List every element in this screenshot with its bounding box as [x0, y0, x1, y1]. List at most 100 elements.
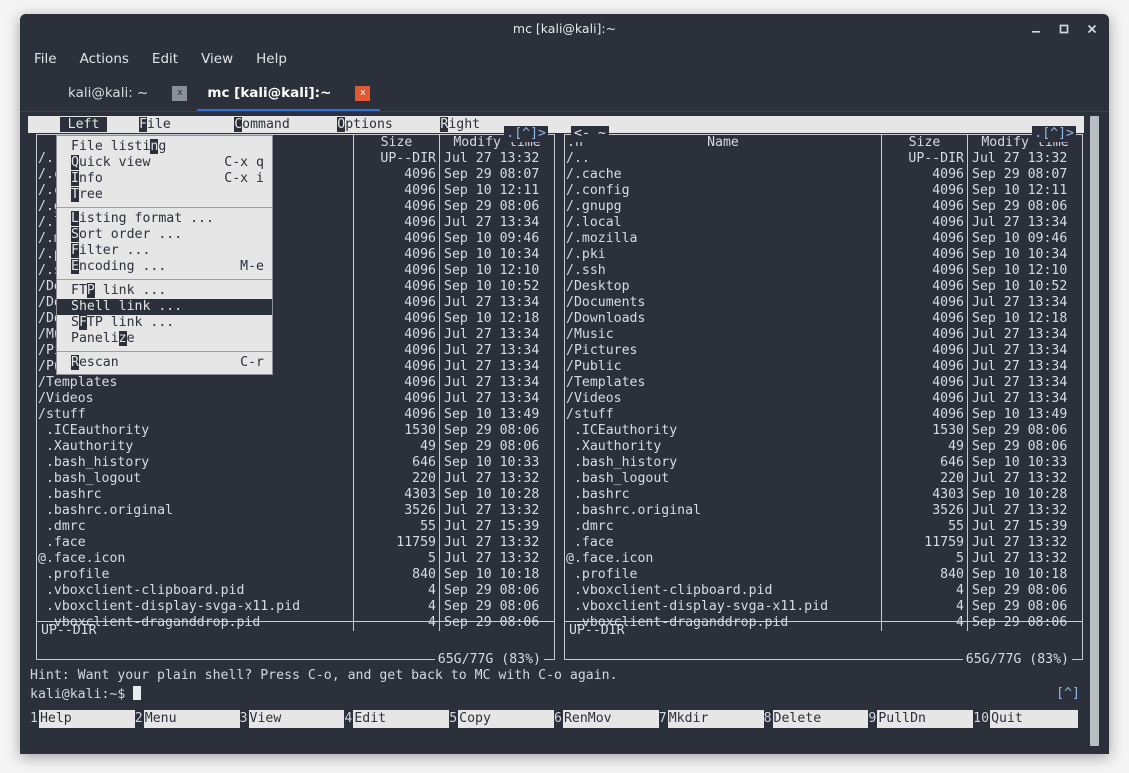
table-row[interactable]: .bashrc 4303 Sep 10 10:28	[565, 487, 1082, 503]
minimize-icon[interactable]	[1029, 22, 1043, 36]
menu-item-label: Info	[71, 171, 103, 186]
table-row[interactable]: /.cache 4096Sep 29 08:07	[565, 167, 1082, 183]
shell-prompt[interactable]: kali@kali:~$	[30, 686, 142, 703]
table-row[interactable]: /Downloads 4096Sep 10 12:18	[565, 311, 1082, 327]
table-row[interactable]: /Pictures 4096Jul 27 13:34	[565, 343, 1082, 359]
maximize-icon[interactable]	[1057, 22, 1071, 36]
table-row[interactable]: .dmrc 55 Jul 27 15:39	[565, 519, 1082, 535]
file-modify-time: Sep 29 08:06	[439, 423, 554, 439]
menu-actions[interactable]: Actions	[80, 51, 129, 67]
table-row[interactable]: .bash_logout 220 Jul 27 13:32	[37, 471, 554, 487]
mc-menu-options[interactable]: Options	[329, 116, 400, 133]
fkey-edit[interactable]: 4 Edit	[344, 710, 450, 728]
table-row[interactable]: .bashrc.original 3526 Jul 27 13:32	[565, 503, 1082, 519]
menu-separator	[57, 275, 272, 280]
menu-item-ftp-link[interactable]: FTP link ...	[57, 283, 272, 299]
fkey-quit[interactable]: 10 Quit	[973, 710, 1078, 728]
menu-file[interactable]: File	[34, 51, 57, 67]
table-row[interactable]: .Xauthority 49 Sep 29 08:06	[565, 439, 1082, 455]
table-row[interactable]: .bash_history 646 Sep 10 10:33	[37, 455, 554, 471]
menu-item-panelize[interactable]: Panelize	[57, 331, 272, 347]
table-row[interactable]: .bashrc 4303 Sep 10 10:28	[37, 487, 554, 503]
menu-item-encoding[interactable]: Encoding ... M-e	[57, 259, 272, 275]
table-row[interactable]: .profile 840 Sep 10 10:18	[37, 567, 554, 583]
file-size: 4096	[353, 295, 439, 311]
table-row[interactable]: .bashrc.original 3526 Jul 27 13:32	[37, 503, 554, 519]
table-row[interactable]: /.config 4096Sep 10 12:11	[565, 183, 1082, 199]
column-header-size[interactable]: Size	[353, 135, 439, 151]
table-row[interactable]: /Templates 4096 Jul 27 13:34	[565, 375, 1082, 391]
menu-item-quick-view[interactable]: Quick view C-x q	[57, 155, 272, 171]
table-row[interactable]: /Videos 4096 Jul 27 13:34	[37, 391, 554, 407]
fkey-delete[interactable]: 8 Delete	[764, 710, 869, 728]
table-row[interactable]: /.mozilla 4096Sep 10 09:46	[565, 231, 1082, 247]
close-icon[interactable]	[1085, 22, 1099, 36]
table-row[interactable]: /stuff 4096 Sep 10 13:49	[37, 407, 554, 423]
table-row[interactable]: .vboxclient-display-svga-x11.pid 4 Sep 29 …	[37, 599, 554, 615]
fkey-mkdir[interactable]: 7 Mkdir	[659, 710, 764, 728]
table-row[interactable]: @.face.icon 5 Jul 27 13:32	[37, 551, 554, 567]
table-row[interactable]: /.gnupg 4096Sep 29 08:06	[565, 199, 1082, 215]
tab-kali-shell[interactable]: kali@kali: ~ x	[58, 74, 197, 112]
file-modify-time: Jul 27 13:34	[439, 327, 554, 343]
menu-item-shell-link[interactable]: Shell link ...	[57, 299, 272, 315]
menu-item-rescan[interactable]: Rescan C-r	[57, 355, 272, 371]
table-row[interactable]: .vboxclient-clipboard.pid 4 Sep 29 08:06	[37, 583, 554, 599]
fkey-copy[interactable]: 5 Copy	[449, 710, 554, 728]
menu-item-filter[interactable]: Filter ...	[57, 243, 272, 259]
right-panel[interactable]: <- ~ .[^]> .n Name Size Modify time /.. U…	[564, 126, 1083, 668]
menu-item-listing-format[interactable]: Listing format ...	[57, 211, 272, 227]
table-row[interactable]: /stuff 4096 Sep 10 13:49	[565, 407, 1082, 423]
menu-view[interactable]: View	[201, 51, 233, 67]
table-row[interactable]: .profile 840 Sep 10 10:18	[565, 567, 1082, 583]
table-row[interactable]: /Templates 4096 Jul 27 13:34	[37, 375, 554, 391]
table-row[interactable]: .vboxclient-clipboard.pid 4 Sep 29 08:06	[565, 583, 1082, 599]
fkey-pulldn[interactable]: 9 PullDn	[868, 710, 974, 728]
table-row[interactable]: @.face.icon 5 Jul 27 13:32	[565, 551, 1082, 567]
menu-help[interactable]: Help	[256, 51, 287, 67]
column-header-name[interactable]: .n Name	[565, 135, 881, 151]
terminal-scrollbar[interactable]	[1088, 112, 1101, 752]
menu-item-sftp-link[interactable]: SFTP link ...	[57, 315, 272, 331]
menu-item-sort-order[interactable]: Sort order ...	[57, 227, 272, 243]
column-header-size[interactable]: Size	[881, 135, 967, 151]
table-row[interactable]: /.. UP--DIR Jul 27 13:32	[565, 151, 1082, 167]
table-row[interactable]: /Documents 4096Jul 27 13:34	[565, 295, 1082, 311]
fkey-view[interactable]: 3 View	[240, 710, 345, 728]
table-row[interactable]: .dmrc 55 Jul 27 15:39	[37, 519, 554, 535]
menu-item-tree[interactable]: Tree	[57, 187, 272, 203]
menu-item-info[interactable]: Info C-x i	[57, 171, 272, 187]
mc-menu-left[interactable]: Left	[59, 116, 108, 133]
table-row[interactable]: /Desktop 4096Sep 10 10:52	[565, 279, 1082, 295]
file-modify-time: Jul 27 13:34	[967, 327, 1082, 343]
table-row[interactable]: /Public 4096Jul 27 13:34	[565, 359, 1082, 375]
table-row[interactable]: .ICEauthority 1530 Sep 29 08:06	[565, 423, 1082, 439]
file-modify-time: Sep 10 12:10	[439, 263, 554, 279]
mc-menu-command[interactable]: Command	[226, 116, 297, 133]
menu-edit[interactable]: Edit	[152, 51, 178, 67]
table-row[interactable]: .ICEauthority 1530 Sep 29 08:06	[37, 423, 554, 439]
mc-menu-right[interactable]: Right	[432, 116, 488, 133]
table-row[interactable]: /.pki 4096Sep 10 10:34	[565, 247, 1082, 263]
table-row[interactable]: .bash_logout 220 Jul 27 13:32	[565, 471, 1082, 487]
tab-close-icon[interactable]: x	[172, 85, 188, 101]
table-row[interactable]: /Music 4096Jul 27 13:34	[565, 327, 1082, 343]
scrollbar-thumb[interactable]	[1090, 116, 1099, 746]
table-row[interactable]: .face 11759 Jul 27 13:32	[565, 535, 1082, 551]
table-row[interactable]: /.local 4096Jul 27 13:34	[565, 215, 1082, 231]
table-row[interactable]: .vboxclient-display-svga-x11.pid 4 Sep 29 …	[565, 599, 1082, 615]
table-row[interactable]: /Videos 4096 Jul 27 13:34	[565, 391, 1082, 407]
menu-item-file-listing[interactable]: File listing	[57, 139, 272, 155]
mc-menu-file[interactable]: File	[131, 116, 179, 133]
fkey-help[interactable]: 1 Help	[30, 710, 135, 728]
right-panel-mini-status: UP--DIR	[565, 621, 1082, 639]
fkey-menu[interactable]: 2 Menu	[135, 710, 240, 728]
fkey-renmov[interactable]: 6 RenMov	[554, 710, 659, 728]
file-name: /Templates	[566, 375, 646, 390]
table-row[interactable]: .face 11759 Jul 27 13:32	[37, 535, 554, 551]
tab-close-icon[interactable]: x	[355, 85, 371, 101]
tab-mc[interactable]: mc [kali@kali]:~ x	[197, 74, 381, 112]
table-row[interactable]: .bash_history 646 Sep 10 10:33	[565, 455, 1082, 471]
table-row[interactable]: .Xauthority 49 Sep 29 08:06	[37, 439, 554, 455]
table-row[interactable]: /.ssh 4096Sep 10 12:10	[565, 263, 1082, 279]
